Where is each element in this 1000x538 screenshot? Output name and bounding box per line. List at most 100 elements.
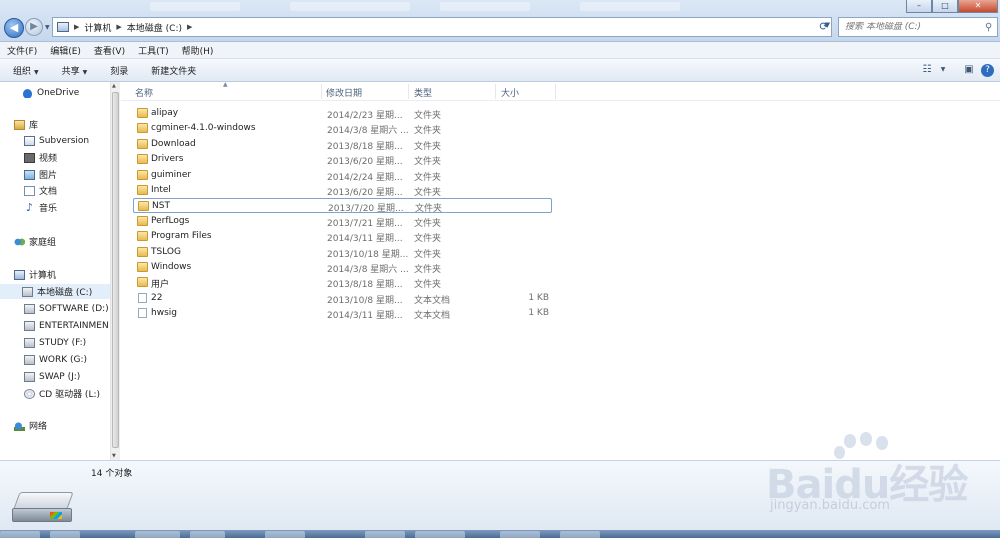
column-date[interactable]: 修改日期 <box>326 86 362 99</box>
menu-tools[interactable]: 工具(T) <box>131 44 175 57</box>
nav-item-3[interactable]: 视频 <box>24 150 57 165</box>
burn-button[interactable]: 刻录 <box>97 64 138 77</box>
taskbar-button[interactable] <box>500 531 540 538</box>
breadcrumb-separator-icon[interactable]: ▶ <box>185 23 194 31</box>
search-box[interactable]: ⚲ <box>838 17 998 37</box>
column-divider[interactable] <box>555 84 556 99</box>
breadcrumb-computer[interactable]: 计算机 <box>81 21 114 34</box>
nav-item-14[interactable]: SWAP (J:) <box>24 369 80 384</box>
column-type[interactable]: 类型 <box>414 86 432 99</box>
file-row[interactable]: NST 2013/7/20 星期... 文件夹 <box>133 198 552 214</box>
organize-button[interactable]: 组织 ▼ <box>0 64 49 77</box>
address-bar[interactable]: ▶ 计算机 ▶ 本地磁盘 (C:) ▶ ▼ <box>52 17 832 37</box>
nav-item-1[interactable]: 库 <box>14 117 38 132</box>
new-folder-button[interactable]: 新建文件夹 <box>138 64 206 77</box>
nav-item-13[interactable]: WORK (G:) <box>24 352 87 367</box>
taskbar-button[interactable] <box>265 531 305 538</box>
nav-item-16[interactable]: 网络 <box>14 418 47 433</box>
taskbar-button[interactable] <box>135 531 180 538</box>
file-row[interactable]: 22 2013/10/8 星期... 文本文档 1 KB <box>133 291 552 306</box>
folder-icon <box>137 185 148 195</box>
nav-item-8[interactable]: 计算机 <box>14 267 56 282</box>
drive-icon <box>22 286 33 297</box>
menu-help[interactable]: 帮助(H) <box>175 44 220 57</box>
file-size: 1 KB <box>528 292 549 303</box>
menu-file[interactable]: 文件(F) <box>0 44 43 57</box>
taskbar-button[interactable] <box>0 531 40 538</box>
help-icon[interactable]: ? <box>981 63 994 77</box>
minimize-button[interactable]: – <box>906 0 932 13</box>
drive-icon <box>24 354 35 365</box>
file-name: Download <box>151 138 196 149</box>
nav-item-label: SWAP (J:) <box>39 371 81 382</box>
file-name: hwsig <box>151 308 177 319</box>
taskbar-button[interactable] <box>415 531 465 538</box>
music-icon: ♪ <box>25 200 34 214</box>
nav-item-6[interactable]: ♪ 音乐 <box>24 200 57 215</box>
back-button[interactable]: ◀ <box>4 18 24 38</box>
view-dropdown-icon[interactable]: ▼ <box>939 63 947 77</box>
file-date: 2013/6/20 星期... <box>327 157 403 168</box>
preview-pane-icon[interactable]: ▣ <box>961 63 977 77</box>
column-divider[interactable] <box>321 84 322 99</box>
file-row[interactable]: Intel 2013/6/20 星期... 文件夹 <box>133 183 552 198</box>
nav-item-label: 视频 <box>39 154 58 164</box>
scroll-down-icon[interactable]: ▼ <box>112 453 116 459</box>
close-button[interactable]: ✕ <box>958 0 998 13</box>
file-row[interactable]: guiminer 2014/2/24 星期... 文件夹 <box>133 168 552 183</box>
forward-button[interactable]: ▶ <box>25 18 43 36</box>
breadcrumb-local-disk[interactable]: 本地磁盘 (C:) <box>124 21 185 34</box>
nav-item-label: 家庭组 <box>29 238 57 248</box>
file-date: 2013/10/18 星期... <box>327 249 409 260</box>
file-date: 2013/6/20 星期... <box>327 188 403 198</box>
search-input[interactable] <box>845 22 983 32</box>
column-size[interactable]: 大小 <box>501 86 519 99</box>
nav-item-7[interactable]: 家庭组 <box>14 234 56 249</box>
file-row[interactable]: Program Files 2014/3/11 星期... 文件夹 <box>133 229 552 244</box>
nav-item-15[interactable]: CD 驱动器 (L:) <box>24 386 100 401</box>
menu-view[interactable]: 查看(V) <box>87 44 131 57</box>
breadcrumb-separator-icon[interactable]: ▶ <box>72 23 81 31</box>
navigation-pane: OneDrive 库 Subversion 视频图片 文档 ♪ 音乐家庭组计算机本地磁盘 (… <box>0 82 110 460</box>
taskbar-button[interactable] <box>50 531 80 538</box>
file-row[interactable]: Windows 2014/3/8 星期六 ... 文件夹 <box>133 260 552 275</box>
search-icon[interactable]: ⚲ <box>985 22 992 33</box>
file-row[interactable]: Download 2013/8/18 星期... 文件夹 <box>133 137 552 152</box>
scroll-up-icon[interactable]: ▲ <box>112 83 116 89</box>
nav-item-4[interactable]: 图片 <box>24 167 57 182</box>
menu-edit[interactable]: 编辑(E) <box>43 44 87 57</box>
file-row[interactable]: cgminer-4.1.0-windows 2014/3/8 星期六 ... 文件夹 <box>133 121 552 136</box>
share-button[interactable]: 共享 ▼ <box>49 64 98 77</box>
change-view-icon[interactable]: ☷ <box>919 63 935 77</box>
file-row[interactable]: Drivers 2013/6/20 星期... 文件夹 <box>133 152 552 167</box>
picture-icon <box>24 169 35 180</box>
nav-item-12[interactable]: STUDY (F:) <box>24 335 86 350</box>
maximize-button[interactable]: □ <box>932 0 958 13</box>
nav-item-2[interactable]: Subversion <box>24 133 89 148</box>
nav-item-9[interactable]: 本地磁盘 (C:) <box>0 284 110 299</box>
nav-item-11[interactable]: ENTERTAINMEN <box>24 318 109 333</box>
column-name[interactable]: 名称 <box>135 86 153 99</box>
file-row[interactable]: TSLOG 2013/10/18 星期... 文件夹 <box>133 245 552 260</box>
video-icon <box>24 152 35 163</box>
breadcrumb-separator-icon[interactable]: ▶ <box>114 23 123 31</box>
file-row[interactable]: PerfLogs 2013/7/21 星期... 文件夹 <box>133 214 552 229</box>
nav-item-label: STUDY (F:) <box>39 337 87 348</box>
file-row[interactable]: hwsig 2014/3/11 星期... 文本文档 1 KB <box>133 306 552 321</box>
file-row[interactable]: alipay 2014/2/23 星期... 文件夹 <box>133 106 552 121</box>
column-divider[interactable] <box>408 84 409 99</box>
taskbar-button[interactable] <box>365 531 405 538</box>
taskbar-button[interactable] <box>190 531 225 538</box>
nav-item-10[interactable]: SOFTWARE (D:) <box>24 301 109 316</box>
nav-item-5[interactable]: 文档 <box>24 183 57 198</box>
recent-pages-dropdown-icon[interactable]: ▼ <box>45 24 50 31</box>
taskbar-button[interactable] <box>560 531 600 538</box>
scrollbar-thumb[interactable] <box>112 92 119 448</box>
file-date: 2013/8/18 星期... <box>327 280 403 291</box>
refresh-icon[interactable]: ⟳ <box>815 19 833 35</box>
nav-item-0[interactable]: OneDrive <box>22 85 79 100</box>
navigation-scrollbar[interactable]: ▲ ▼ <box>110 82 120 460</box>
file-row[interactable]: 用户 2013/8/18 星期... 文件夹 <box>133 275 552 290</box>
file-type: 文件夹 <box>414 280 442 291</box>
column-divider[interactable] <box>495 84 496 99</box>
